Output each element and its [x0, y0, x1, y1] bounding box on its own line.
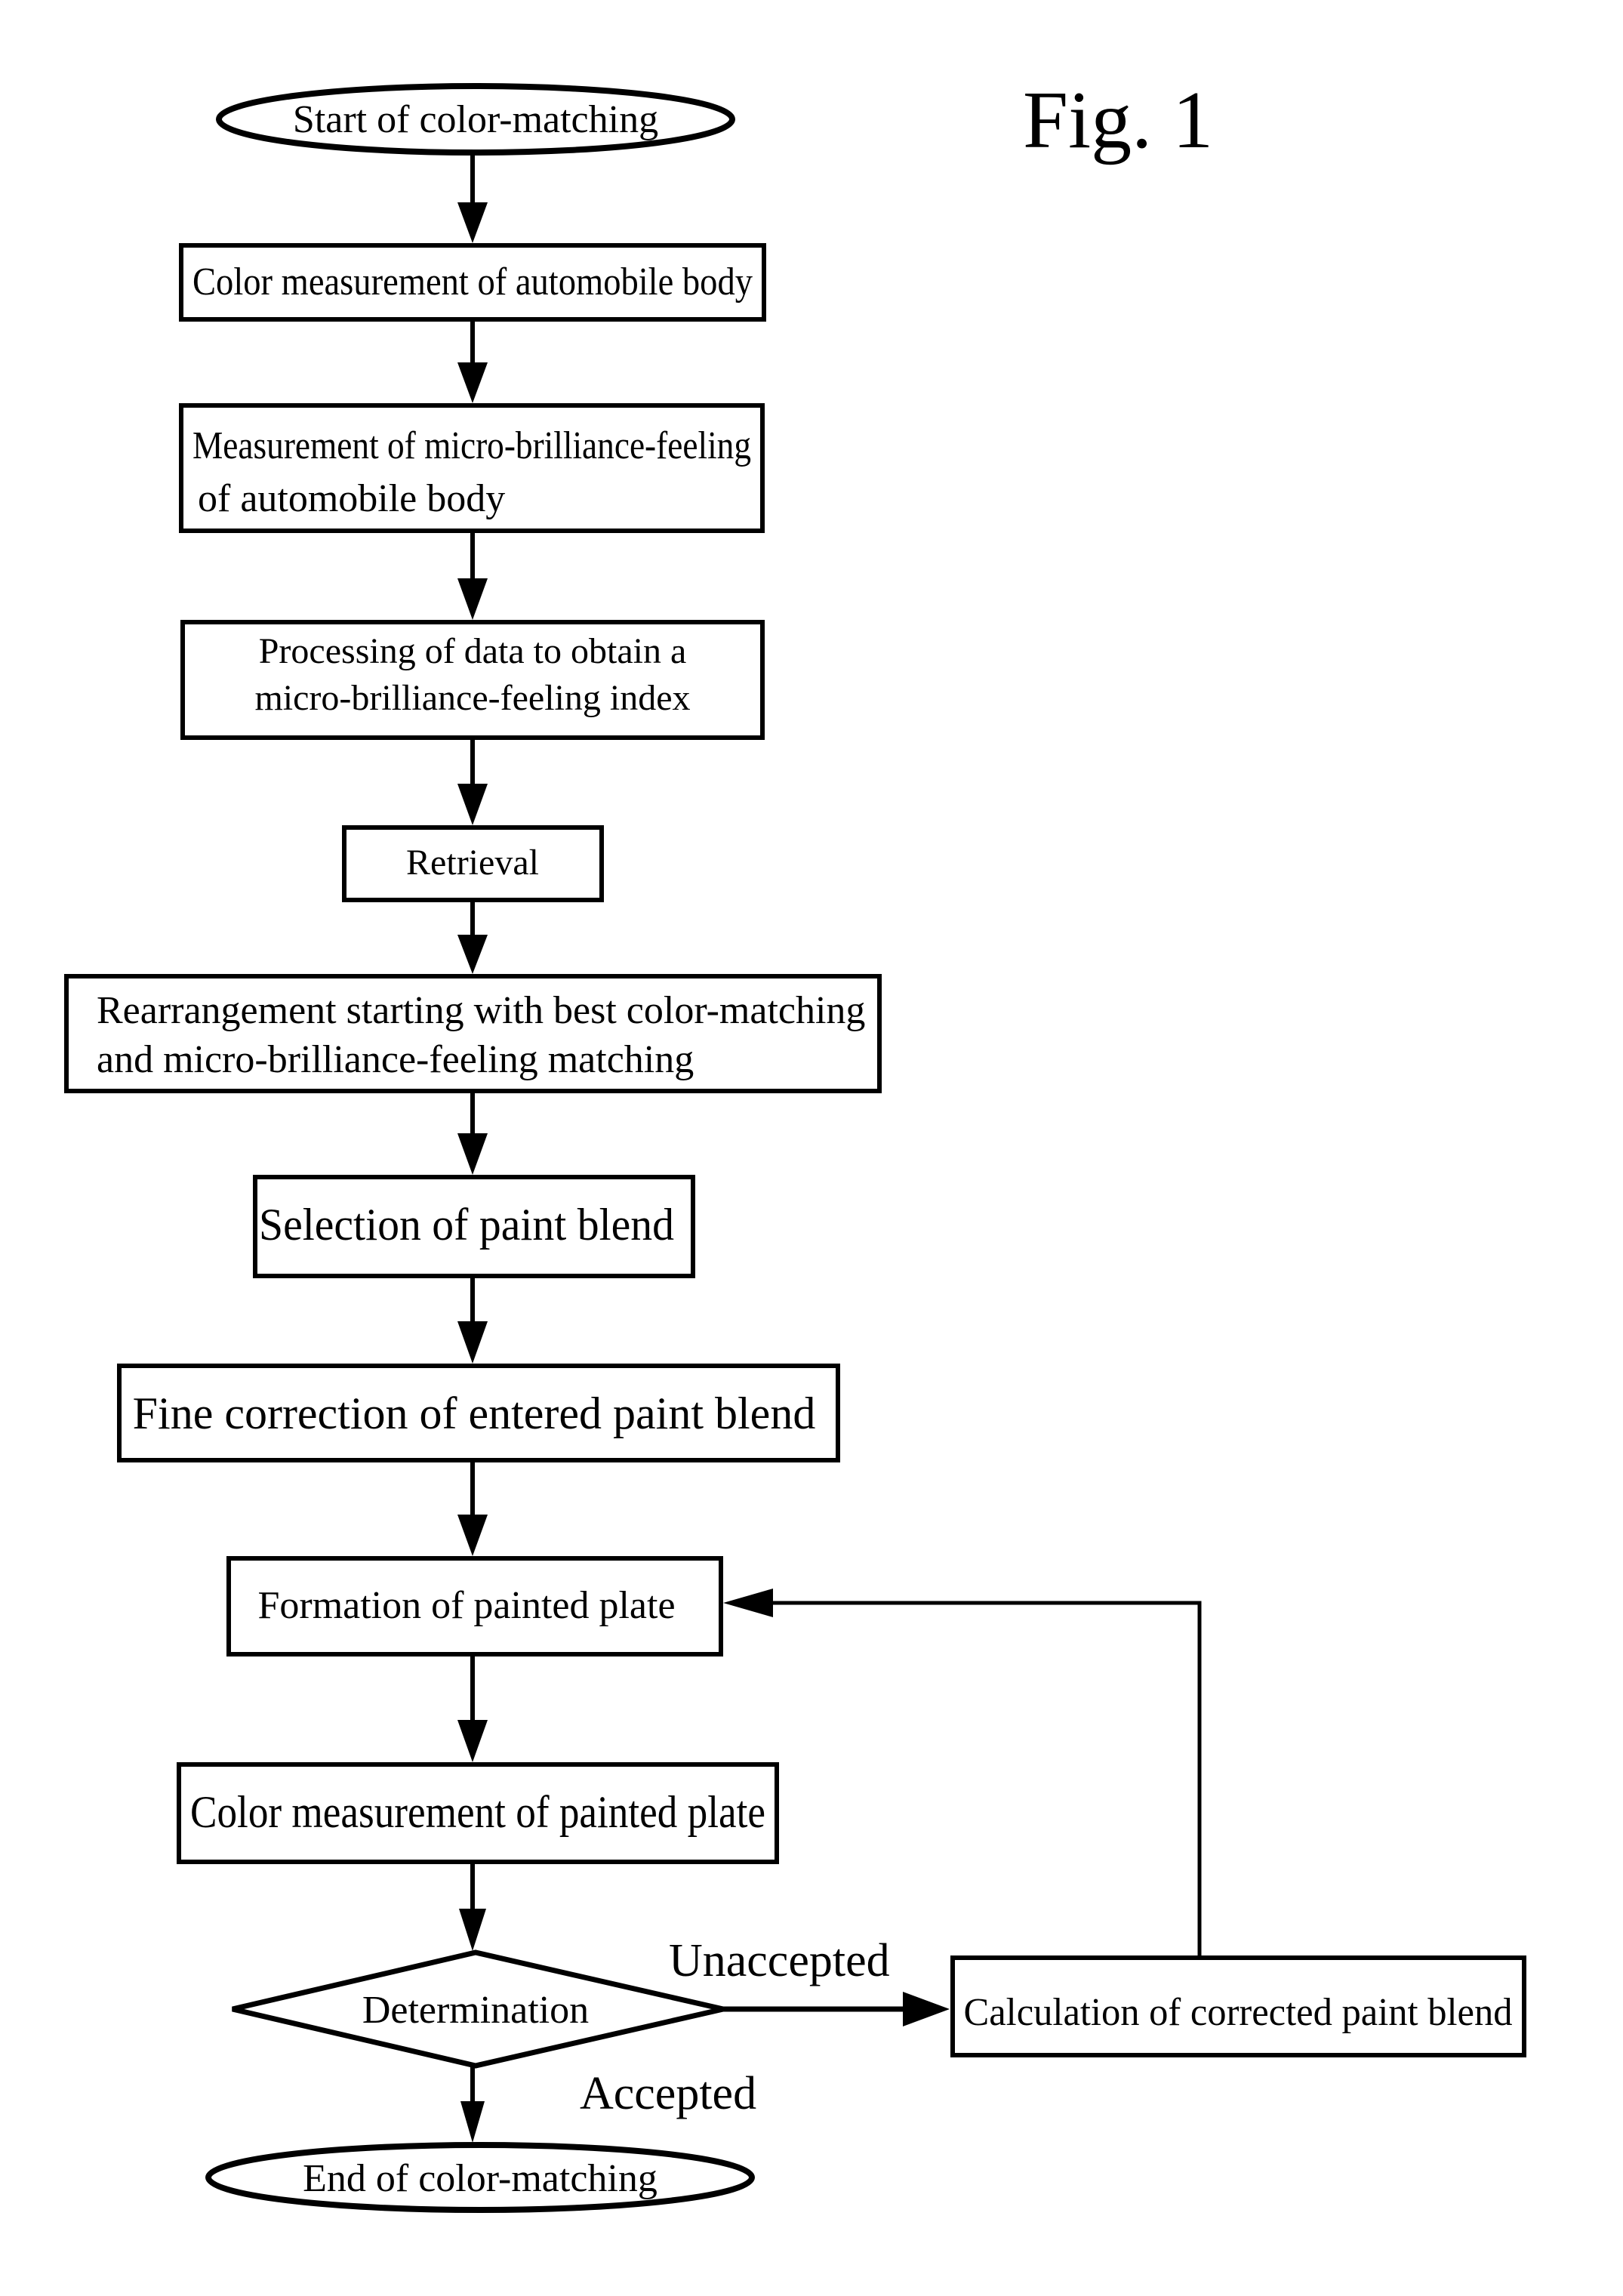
fine-correction-label: Fine correction of entered paint blend [133, 1388, 816, 1438]
color-measurement-body-node: Color measurement of automobile body [179, 243, 766, 322]
arrow-determination-to-end [460, 2066, 485, 2143]
determination-label: Determination [362, 1989, 589, 2032]
calculation-label: Calculation of corrected paint blend [964, 1991, 1513, 2034]
color-measurement-plate-node: Color measurement of painted plate [177, 1762, 779, 1864]
processing-node: Processing of data to obtain a micro-bri… [180, 620, 765, 740]
fine-correction-node: Fine correction of entered paint blend [117, 1364, 840, 1462]
rearrangement-label-line2: and micro-brilliance-feeling matching [97, 1038, 694, 1081]
color-measurement-body-label: Color measurement of automobile body [192, 260, 753, 304]
micro-brilliance-measurement-label-line1: Measurement of micro-brilliance-feeling [192, 424, 751, 467]
arrow-start-to-color-measurement [457, 153, 488, 243]
end-label: End of color-matching [303, 2157, 658, 2200]
arrow-calculation-to-formation [723, 1589, 1202, 1958]
retrieval-node: Retrieval [342, 825, 604, 902]
rearrangement-label-line1: Rearrangement starting with best color-m… [97, 989, 865, 1032]
start-label: Start of color-matching [293, 98, 658, 141]
arrow-processing-to-retrieval [457, 738, 488, 825]
calculation-node: Calculation of corrected paint blend [950, 1955, 1526, 2057]
micro-brilliance-measurement-node: Measurement of micro-brilliance-feeling … [179, 403, 765, 533]
formation-label: Formation of painted plate [257, 1584, 675, 1627]
arrow-fine-correction-to-formation [457, 1461, 488, 1556]
end-node: End of color-matching [205, 2142, 755, 2213]
arrow-plate-to-determination [459, 1863, 486, 1951]
arrow-retrieval-to-rearrangement [457, 901, 488, 974]
start-node: Start of color-matching [216, 83, 735, 156]
flowchart: Fig. 1 Start of color-matching Color mea… [64, 76, 1526, 2213]
accepted-label: Accepted [580, 2068, 756, 2119]
arrow-determination-to-calculation [723, 1992, 950, 2026]
rearrangement-node: Rearrangement starting with best color-m… [64, 974, 882, 1093]
formation-node: Formation of painted plate [226, 1556, 723, 1657]
unaccepted-label: Unaccepted [669, 1935, 890, 1986]
color-measurement-plate-label: Color measurement of painted plate [190, 1787, 765, 1837]
selection-label: Selection of paint blend [259, 1200, 674, 1250]
selection-node: Selection of paint blend [253, 1175, 695, 1278]
arrow-selection-to-fine-correction [457, 1277, 488, 1364]
processing-label-line2: micro-brilliance-feeling index [254, 678, 690, 718]
arrow-color-measurement-to-micro [457, 320, 488, 403]
retrieval-label: Retrieval [406, 843, 539, 883]
determination-node: Determination [232, 1949, 724, 2069]
arrow-rearrangement-to-selection [457, 1093, 488, 1175]
arrow-micro-to-processing [457, 532, 488, 620]
arrow-formation-to-color-measurement-plate [457, 1655, 488, 1762]
figure-title: Fig. 1 [1023, 76, 1213, 165]
processing-label-line1: Processing of data to obtain a [259, 631, 687, 671]
micro-brilliance-measurement-label-line2: of automobile body [198, 477, 505, 520]
